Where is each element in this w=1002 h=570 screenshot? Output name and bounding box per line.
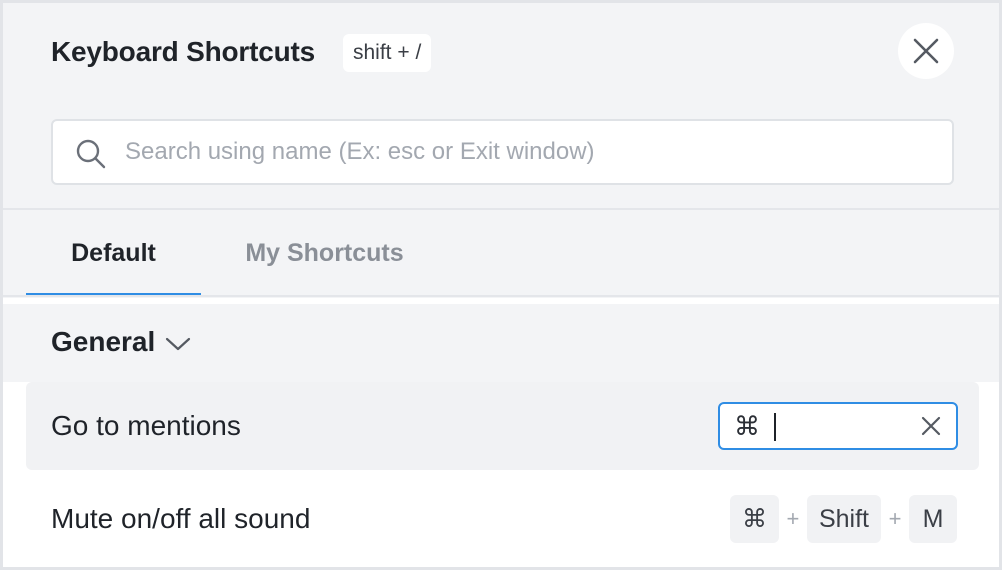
search-icon xyxy=(76,139,106,169)
key-cap: Shift xyxy=(806,495,881,543)
key-separator: + xyxy=(786,506,800,531)
close-icon xyxy=(913,38,939,64)
clear-icon[interactable] xyxy=(918,413,944,439)
key-cap: ⌘ xyxy=(729,495,779,543)
shortcut-record-input[interactable]: ⌘ xyxy=(718,402,958,450)
shortcut-label: Mute on/off all sound xyxy=(51,503,311,534)
section-title: General xyxy=(51,326,156,357)
shortcut-row[interactable]: Mute on/off all sound ⌘ + Shift + M xyxy=(26,475,979,563)
chevron-down-icon xyxy=(166,337,191,351)
key-cap: M xyxy=(909,495,957,543)
section-general-toggle[interactable]: General xyxy=(51,326,191,358)
text-caret xyxy=(774,413,776,441)
search-input[interactable] xyxy=(125,121,935,183)
key-separator: + xyxy=(888,506,902,531)
tab-my-shortcuts[interactable]: My Shortcuts xyxy=(218,210,431,297)
recorded-key: ⌘ xyxy=(734,411,760,441)
tab-bar: Default My Shortcuts xyxy=(3,210,999,298)
dialog-header: Keyboard Shortcuts shift + / xyxy=(3,3,999,208)
close-button[interactable] xyxy=(898,23,954,79)
shortcut-row[interactable]: Go to mentions ⌘ xyxy=(26,382,979,470)
shortcut-label: Go to mentions xyxy=(51,410,241,441)
tab-default[interactable]: Default xyxy=(26,210,201,297)
dialog-title: Keyboard Shortcuts xyxy=(51,36,315,67)
keyboard-shortcuts-dialog: Keyboard Shortcuts shift + / Default My … xyxy=(0,0,1002,570)
tab-bar-divider xyxy=(3,295,999,297)
dialog-shortcut-badge: shift + / xyxy=(343,34,432,72)
shortcut-keys: ⌘ + Shift + M xyxy=(729,495,957,543)
search-field[interactable] xyxy=(51,119,954,185)
